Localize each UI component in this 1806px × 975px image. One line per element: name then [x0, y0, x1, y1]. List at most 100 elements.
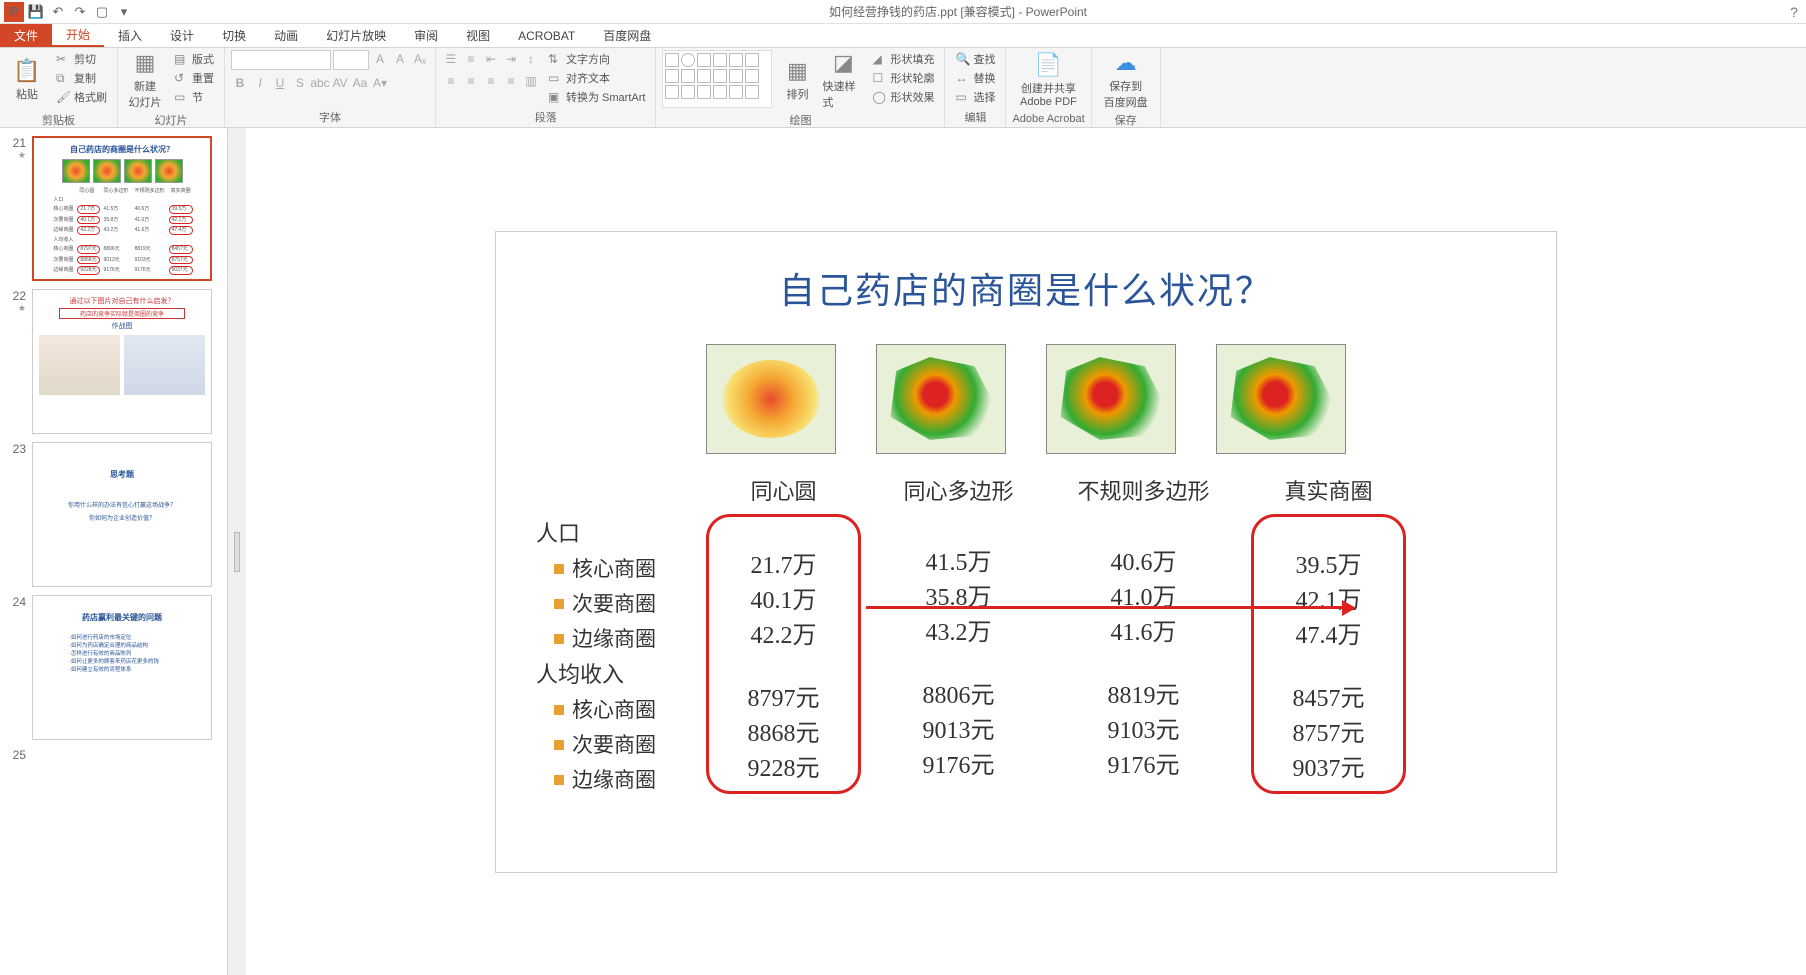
columns-icon[interactable]: ▥: [522, 72, 540, 90]
shape-fill-button[interactable]: ◢形状填充: [868, 50, 938, 68]
row-labels: 人口 核心商圈 次要商圈 边缘商圈 人均收入 核心商圈 次要商圈 边缘商圈: [536, 474, 696, 798]
select-button[interactable]: ▭选择: [951, 88, 999, 106]
col-concentric-circle: 同心圆 21.7万 40.1万 42.2万 8797元 8868元 9228元: [706, 474, 861, 798]
strike-icon[interactable]: S: [291, 74, 309, 92]
group-acrobat: 📄创建并共享 Adobe PDF Adobe Acrobat: [1006, 48, 1091, 127]
splitter[interactable]: [228, 128, 246, 975]
thumb-25[interactable]: 25: [0, 744, 227, 766]
tab-view[interactable]: 视图: [452, 24, 504, 47]
slide-editor[interactable]: 自己药店的商圈是什么状况？ 人口 核心商圈 次要商圈 边缘商圈 人均收入 核心商…: [246, 128, 1806, 975]
line-spacing-icon[interactable]: ↕: [522, 50, 540, 68]
tab-insert[interactable]: 插入: [104, 24, 156, 47]
col-real-trade-area: 真实商圈 39.5万 42.1万 47.4万 8457元 8757元 9037元: [1251, 474, 1406, 798]
create-pdf-button[interactable]: 📄创建并共享 Adobe PDF: [1012, 50, 1084, 110]
shapes-gallery[interactable]: [662, 50, 772, 108]
slide-title[interactable]: 自己药店的商圈是什么状况？: [536, 262, 1516, 314]
align-text-button[interactable]: ▭对齐文本: [544, 69, 649, 87]
splitter-handle[interactable]: [234, 532, 240, 572]
group-clipboard: 📋粘贴 ✂剪切 ⧉复制 🖌格式刷 剪贴板: [0, 48, 118, 127]
help-icon[interactable]: ?: [1782, 4, 1806, 20]
new-slide-button[interactable]: ▦新建 幻灯片: [124, 50, 166, 110]
tab-acrobat[interactable]: ACROBAT: [504, 24, 589, 47]
paste-icon: 📋: [13, 58, 40, 84]
group-label: 保存: [1098, 110, 1154, 128]
thumb-24[interactable]: 24 药店赢利最关键的问题 ·如何进行药店的市场定位 ·如何为药店确定合理的商品…: [0, 591, 227, 744]
align-text-icon: ▭: [548, 71, 562, 85]
data-table[interactable]: 人口 核心商圈 次要商圈 边缘商圈 人均收入 核心商圈 次要商圈 边缘商圈 同心…: [536, 474, 1516, 798]
quick-styles-button[interactable]: ◪快速样式: [822, 50, 864, 110]
undo-icon[interactable]: ↶: [48, 2, 68, 22]
qat-more-icon[interactable]: ▾: [114, 2, 134, 22]
app-icon: P: [4, 2, 24, 22]
smartart-button[interactable]: ▣转换为 SmartArt: [544, 88, 649, 106]
section-button[interactable]: ▭节: [170, 88, 218, 106]
cut-button[interactable]: ✂剪切: [52, 50, 111, 68]
tab-slideshow[interactable]: 幻灯片放映: [312, 24, 400, 47]
indent-dec-icon[interactable]: ⇤: [482, 50, 500, 68]
underline-icon[interactable]: U: [271, 74, 289, 92]
format-painter-button[interactable]: 🖌格式刷: [52, 88, 111, 106]
fill-icon: ◢: [872, 52, 886, 66]
font-family-select[interactable]: [231, 50, 331, 70]
align-left-icon[interactable]: ≡: [442, 72, 460, 90]
case-icon[interactable]: Aa: [351, 74, 369, 92]
thumb-22[interactable]: 22★ 通过以下图片对自己有什么启发？ 药店的竞争实际就是商圈的竞争 作战图: [0, 285, 227, 438]
slide-canvas[interactable]: 自己药店的商圈是什么状况？ 人口 核心商圈 次要商圈 边缘商圈 人均收入 核心商…: [496, 232, 1556, 872]
justify-icon[interactable]: ≡: [502, 72, 520, 90]
shrink-font-icon[interactable]: A: [391, 50, 409, 68]
find-icon: 🔍: [955, 52, 969, 66]
col-irregular-polygon: 不规则多边形 40.6万 41.0万 41.6万 8819元 9103元 917…: [1056, 474, 1231, 798]
align-right-icon[interactable]: ≡: [482, 72, 500, 90]
map-concentric-circle[interactable]: [706, 344, 836, 454]
paste-button[interactable]: 📋粘贴: [6, 50, 48, 110]
numbering-icon[interactable]: ≡: [462, 50, 480, 68]
map-irregular-polygon[interactable]: [1046, 344, 1176, 454]
font-size-select[interactable]: [333, 50, 369, 70]
reset-button[interactable]: ↺重置: [170, 69, 218, 87]
group-label: 段落: [442, 107, 649, 125]
text-direction-button[interactable]: ⇅文字方向: [544, 50, 649, 68]
clear-format-icon[interactable]: Aₓ: [411, 50, 429, 68]
italic-icon[interactable]: I: [251, 74, 269, 92]
map-real-trade-area[interactable]: [1216, 344, 1346, 454]
bold-icon[interactable]: B: [231, 74, 249, 92]
slideshow-icon[interactable]: ▢: [92, 2, 112, 22]
save-baidu-button[interactable]: ☁保存到 百度网盘: [1098, 50, 1154, 110]
map-concentric-polygon[interactable]: [876, 344, 1006, 454]
effects-icon: ◯: [872, 90, 886, 104]
tab-baidu[interactable]: 百度网盘: [589, 24, 665, 47]
save-icon[interactable]: 💾: [26, 2, 46, 22]
tab-review[interactable]: 审阅: [400, 24, 452, 47]
group-font: A A Aₓ B I U S abc AV Aa A▾ 字体: [225, 48, 436, 127]
layout-button[interactable]: ▤版式: [170, 50, 218, 68]
group-drawing: ▦排列 ◪快速样式 ◢形状填充 ☐形状轮廓 ◯形状效果 绘图: [656, 48, 945, 127]
shape-outline-button[interactable]: ☐形状轮廓: [868, 69, 938, 87]
outline-icon: ☐: [872, 71, 886, 85]
window-title: 如何经营挣钱的药店.ppt [兼容模式] - PowerPoint: [134, 3, 1782, 20]
cut-icon: ✂: [56, 52, 70, 66]
copy-button[interactable]: ⧉复制: [52, 69, 111, 87]
align-center-icon[interactable]: ≡: [462, 72, 480, 90]
grow-font-icon[interactable]: A: [371, 50, 389, 68]
tab-design[interactable]: 设计: [156, 24, 208, 47]
bullets-icon[interactable]: ☰: [442, 50, 460, 68]
spacing-icon[interactable]: AV: [331, 74, 349, 92]
group-baidu: ☁保存到 百度网盘 保存: [1092, 48, 1161, 127]
find-button[interactable]: 🔍查找: [951, 50, 999, 68]
group-label: 编辑: [951, 107, 999, 125]
thumb-21[interactable]: 21★ 自己药店的商圈是什么状况？ 同心圆同心多边形不规则多边形真实商圈 人口 …: [0, 132, 227, 285]
arrange-button[interactable]: ▦排列: [776, 50, 818, 110]
work-area: 21★ 自己药店的商圈是什么状况？ 同心圆同心多边形不规则多边形真实商圈 人口 …: [0, 128, 1806, 975]
tab-animations[interactable]: 动画: [260, 24, 312, 47]
replace-button[interactable]: ↔替换: [951, 69, 999, 87]
slide-thumbnails-panel[interactable]: 21★ 自己药店的商圈是什么状况？ 同心圆同心多边形不规则多边形真实商圈 人口 …: [0, 128, 228, 975]
tab-home[interactable]: 开始: [52, 24, 104, 47]
shadow-icon[interactable]: abc: [311, 74, 329, 92]
thumb-23[interactable]: 23 思考题 你用什么样的办法有信心打赢这场战争？ 你如何为企业创造价值？: [0, 438, 227, 591]
shape-effects-button[interactable]: ◯形状效果: [868, 88, 938, 106]
tab-file[interactable]: 文件: [0, 24, 52, 47]
tab-transitions[interactable]: 切换: [208, 24, 260, 47]
font-color-icon[interactable]: A▾: [371, 74, 389, 92]
indent-inc-icon[interactable]: ⇥: [502, 50, 520, 68]
redo-icon[interactable]: ↷: [70, 2, 90, 22]
